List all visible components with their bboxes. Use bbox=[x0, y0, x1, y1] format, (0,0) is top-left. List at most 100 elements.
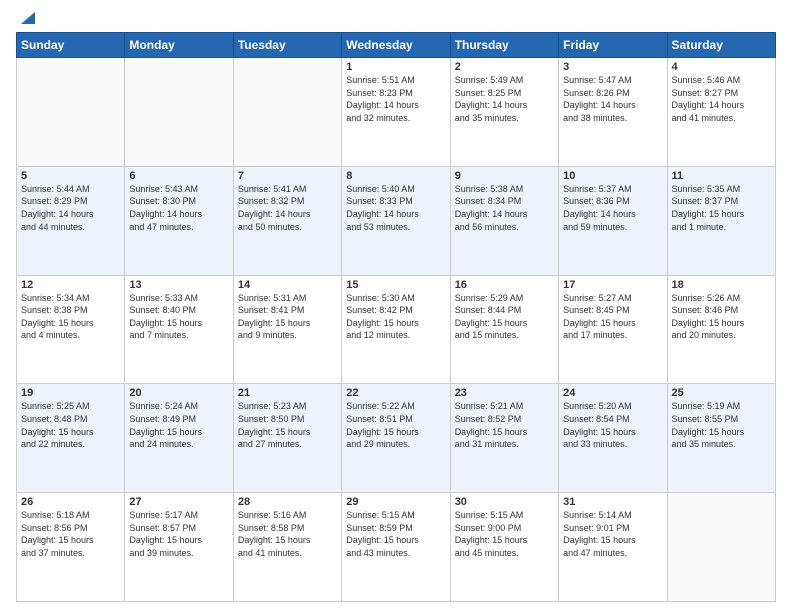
day-info: Sunrise: 5:33 AM Sunset: 8:40 PM Dayligh… bbox=[129, 292, 228, 342]
day-number: 12 bbox=[21, 279, 120, 291]
day-number: 6 bbox=[129, 170, 228, 182]
day-number: 1 bbox=[346, 61, 445, 73]
day-number: 26 bbox=[21, 496, 120, 508]
calendar-cell: 6Sunrise: 5:43 AM Sunset: 8:30 PM Daylig… bbox=[125, 166, 233, 275]
day-info: Sunrise: 5:15 AM Sunset: 9:00 PM Dayligh… bbox=[455, 509, 554, 559]
day-info: Sunrise: 5:29 AM Sunset: 8:44 PM Dayligh… bbox=[455, 292, 554, 342]
day-info: Sunrise: 5:34 AM Sunset: 8:38 PM Dayligh… bbox=[21, 292, 120, 342]
calendar-week-row: 26Sunrise: 5:18 AM Sunset: 8:56 PM Dayli… bbox=[17, 493, 776, 602]
day-number: 30 bbox=[455, 496, 554, 508]
day-info: Sunrise: 5:35 AM Sunset: 8:37 PM Dayligh… bbox=[672, 183, 771, 233]
calendar-cell: 31Sunrise: 5:14 AM Sunset: 9:01 PM Dayli… bbox=[559, 493, 667, 602]
calendar-cell: 30Sunrise: 5:15 AM Sunset: 9:00 PM Dayli… bbox=[450, 493, 558, 602]
calendar-cell: 9Sunrise: 5:38 AM Sunset: 8:34 PM Daylig… bbox=[450, 166, 558, 275]
day-info: Sunrise: 5:40 AM Sunset: 8:33 PM Dayligh… bbox=[346, 183, 445, 233]
column-header-friday: Friday bbox=[559, 33, 667, 58]
day-info: Sunrise: 5:18 AM Sunset: 8:56 PM Dayligh… bbox=[21, 509, 120, 559]
day-number: 31 bbox=[563, 496, 662, 508]
day-number: 13 bbox=[129, 279, 228, 291]
day-number: 5 bbox=[21, 170, 120, 182]
day-number: 25 bbox=[672, 387, 771, 399]
calendar-cell: 19Sunrise: 5:25 AM Sunset: 8:48 PM Dayli… bbox=[17, 384, 125, 493]
calendar-cell: 25Sunrise: 5:19 AM Sunset: 8:55 PM Dayli… bbox=[667, 384, 775, 493]
day-number: 11 bbox=[672, 170, 771, 182]
calendar-cell: 8Sunrise: 5:40 AM Sunset: 8:33 PM Daylig… bbox=[342, 166, 450, 275]
day-info: Sunrise: 5:38 AM Sunset: 8:34 PM Dayligh… bbox=[455, 183, 554, 233]
calendar-cell: 13Sunrise: 5:33 AM Sunset: 8:40 PM Dayli… bbox=[125, 275, 233, 384]
calendar-cell: 14Sunrise: 5:31 AM Sunset: 8:41 PM Dayli… bbox=[233, 275, 341, 384]
calendar-cell bbox=[17, 58, 125, 167]
day-info: Sunrise: 5:31 AM Sunset: 8:41 PM Dayligh… bbox=[238, 292, 337, 342]
day-number: 21 bbox=[238, 387, 337, 399]
day-number: 7 bbox=[238, 170, 337, 182]
day-number: 19 bbox=[21, 387, 120, 399]
calendar-week-row: 5Sunrise: 5:44 AM Sunset: 8:29 PM Daylig… bbox=[17, 166, 776, 275]
calendar-cell: 12Sunrise: 5:34 AM Sunset: 8:38 PM Dayli… bbox=[17, 275, 125, 384]
day-info: Sunrise: 5:49 AM Sunset: 8:25 PM Dayligh… bbox=[455, 74, 554, 124]
calendar-cell: 11Sunrise: 5:35 AM Sunset: 8:37 PM Dayli… bbox=[667, 166, 775, 275]
day-number: 9 bbox=[455, 170, 554, 182]
calendar-cell: 20Sunrise: 5:24 AM Sunset: 8:49 PM Dayli… bbox=[125, 384, 233, 493]
day-number: 2 bbox=[455, 61, 554, 73]
day-info: Sunrise: 5:19 AM Sunset: 8:55 PM Dayligh… bbox=[672, 400, 771, 450]
calendar-cell: 21Sunrise: 5:23 AM Sunset: 8:50 PM Dayli… bbox=[233, 384, 341, 493]
calendar-cell: 10Sunrise: 5:37 AM Sunset: 8:36 PM Dayli… bbox=[559, 166, 667, 275]
logo-triangle-icon bbox=[17, 8, 35, 26]
day-info: Sunrise: 5:23 AM Sunset: 8:50 PM Dayligh… bbox=[238, 400, 337, 450]
day-info: Sunrise: 5:20 AM Sunset: 8:54 PM Dayligh… bbox=[563, 400, 662, 450]
day-info: Sunrise: 5:37 AM Sunset: 8:36 PM Dayligh… bbox=[563, 183, 662, 233]
day-info: Sunrise: 5:22 AM Sunset: 8:51 PM Dayligh… bbox=[346, 400, 445, 450]
calendar-cell: 1Sunrise: 5:51 AM Sunset: 8:23 PM Daylig… bbox=[342, 58, 450, 167]
day-number: 14 bbox=[238, 279, 337, 291]
calendar-week-row: 19Sunrise: 5:25 AM Sunset: 8:48 PM Dayli… bbox=[17, 384, 776, 493]
calendar-cell: 17Sunrise: 5:27 AM Sunset: 8:45 PM Dayli… bbox=[559, 275, 667, 384]
day-number: 3 bbox=[563, 61, 662, 73]
calendar-cell: 27Sunrise: 5:17 AM Sunset: 8:57 PM Dayli… bbox=[125, 493, 233, 602]
day-info: Sunrise: 5:25 AM Sunset: 8:48 PM Dayligh… bbox=[21, 400, 120, 450]
calendar-week-row: 1Sunrise: 5:51 AM Sunset: 8:23 PM Daylig… bbox=[17, 58, 776, 167]
day-info: Sunrise: 5:43 AM Sunset: 8:30 PM Dayligh… bbox=[129, 183, 228, 233]
calendar-cell bbox=[125, 58, 233, 167]
day-number: 20 bbox=[129, 387, 228, 399]
day-number: 27 bbox=[129, 496, 228, 508]
column-header-sunday: Sunday bbox=[17, 33, 125, 58]
day-number: 24 bbox=[563, 387, 662, 399]
column-header-saturday: Saturday bbox=[667, 33, 775, 58]
calendar-cell: 22Sunrise: 5:22 AM Sunset: 8:51 PM Dayli… bbox=[342, 384, 450, 493]
calendar-cell bbox=[233, 58, 341, 167]
day-info: Sunrise: 5:44 AM Sunset: 8:29 PM Dayligh… bbox=[21, 183, 120, 233]
calendar-cell: 3Sunrise: 5:47 AM Sunset: 8:26 PM Daylig… bbox=[559, 58, 667, 167]
calendar-cell: 18Sunrise: 5:26 AM Sunset: 8:46 PM Dayli… bbox=[667, 275, 775, 384]
calendar-cell: 2Sunrise: 5:49 AM Sunset: 8:25 PM Daylig… bbox=[450, 58, 558, 167]
page: SundayMondayTuesdayWednesdayThursdayFrid… bbox=[0, 0, 792, 612]
calendar-cell bbox=[667, 493, 775, 602]
column-header-monday: Monday bbox=[125, 33, 233, 58]
day-info: Sunrise: 5:46 AM Sunset: 8:27 PM Dayligh… bbox=[672, 74, 771, 124]
day-info: Sunrise: 5:21 AM Sunset: 8:52 PM Dayligh… bbox=[455, 400, 554, 450]
day-info: Sunrise: 5:15 AM Sunset: 8:59 PM Dayligh… bbox=[346, 509, 445, 559]
header bbox=[16, 10, 776, 26]
calendar-cell: 15Sunrise: 5:30 AM Sunset: 8:42 PM Dayli… bbox=[342, 275, 450, 384]
calendar-cell: 28Sunrise: 5:16 AM Sunset: 8:58 PM Dayli… bbox=[233, 493, 341, 602]
calendar-cell: 26Sunrise: 5:18 AM Sunset: 8:56 PM Dayli… bbox=[17, 493, 125, 602]
calendar-cell: 5Sunrise: 5:44 AM Sunset: 8:29 PM Daylig… bbox=[17, 166, 125, 275]
day-number: 17 bbox=[563, 279, 662, 291]
day-number: 16 bbox=[455, 279, 554, 291]
column-header-tuesday: Tuesday bbox=[233, 33, 341, 58]
day-info: Sunrise: 5:24 AM Sunset: 8:49 PM Dayligh… bbox=[129, 400, 228, 450]
day-number: 10 bbox=[563, 170, 662, 182]
calendar-cell: 16Sunrise: 5:29 AM Sunset: 8:44 PM Dayli… bbox=[450, 275, 558, 384]
calendar-cell: 23Sunrise: 5:21 AM Sunset: 8:52 PM Dayli… bbox=[450, 384, 558, 493]
day-info: Sunrise: 5:51 AM Sunset: 8:23 PM Dayligh… bbox=[346, 74, 445, 124]
column-header-wednesday: Wednesday bbox=[342, 33, 450, 58]
day-info: Sunrise: 5:47 AM Sunset: 8:26 PM Dayligh… bbox=[563, 74, 662, 124]
day-info: Sunrise: 5:16 AM Sunset: 8:58 PM Dayligh… bbox=[238, 509, 337, 559]
day-info: Sunrise: 5:17 AM Sunset: 8:57 PM Dayligh… bbox=[129, 509, 228, 559]
calendar-header-row: SundayMondayTuesdayWednesdayThursdayFrid… bbox=[17, 33, 776, 58]
calendar-cell: 7Sunrise: 5:41 AM Sunset: 8:32 PM Daylig… bbox=[233, 166, 341, 275]
day-number: 8 bbox=[346, 170, 445, 182]
day-number: 29 bbox=[346, 496, 445, 508]
day-number: 22 bbox=[346, 387, 445, 399]
day-info: Sunrise: 5:27 AM Sunset: 8:45 PM Dayligh… bbox=[563, 292, 662, 342]
calendar-cell: 24Sunrise: 5:20 AM Sunset: 8:54 PM Dayli… bbox=[559, 384, 667, 493]
